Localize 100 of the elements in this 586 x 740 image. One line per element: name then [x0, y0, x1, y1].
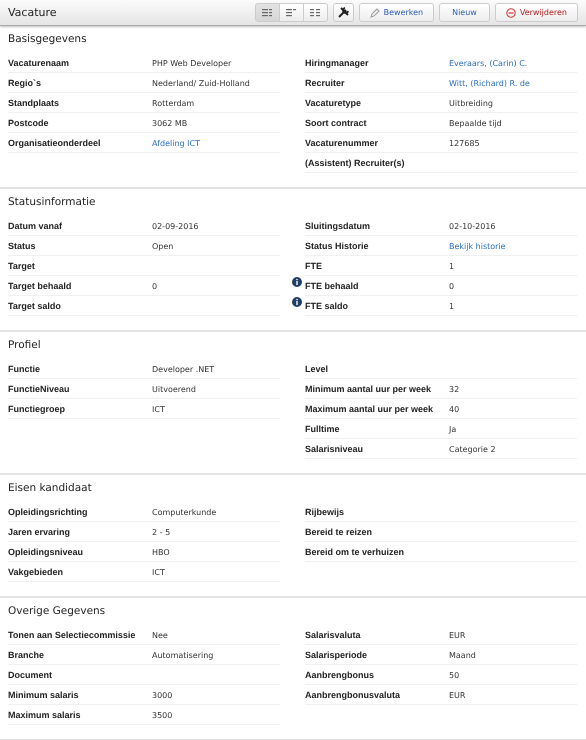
- field-label: Standplaats: [8, 98, 60, 108]
- new-button[interactable]: Nieuw: [439, 3, 490, 22]
- field-label: Functie: [8, 364, 40, 374]
- field-label: Target saldo: [8, 301, 61, 311]
- field-label: Functiegroep: [8, 404, 66, 414]
- section-title: Eisen kandidaat: [8, 481, 93, 495]
- field-value: Nederland/ Zuid-Holland: [152, 78, 250, 88]
- field-link[interactable]: Everaars, (Carin) C.: [449, 58, 528, 68]
- field-label: Opleidingsrichting: [8, 507, 88, 517]
- field-label: Vakgebieden: [8, 567, 64, 577]
- field-label: Bereid te reizen: [305, 527, 372, 537]
- field-value: PHP Web Developer: [152, 58, 232, 68]
- field-label: Opleidingsniveau: [8, 547, 84, 557]
- field-label: FunctieNiveau: [8, 384, 70, 394]
- field-value: Bepaalde tijd: [449, 118, 502, 128]
- field-label: Sluitingsdatum: [305, 221, 370, 231]
- field-value: Computerkunde: [152, 508, 216, 516]
- field-label: Target behaald: [8, 281, 72, 291]
- field-label: Salarisperiode: [305, 650, 368, 660]
- field-label: (Assistent) Recruiter(s): [305, 158, 405, 168]
- field-value: Developer .NET: [152, 364, 214, 374]
- section-title: Profiel: [8, 338, 42, 352]
- field-label: Postcode: [8, 118, 49, 128]
- field-value: EUR: [449, 630, 466, 640]
- field-label: Maximum aantal uur per week: [305, 404, 434, 414]
- field-label: Tonen aan Selectiecommissie: [8, 630, 136, 640]
- field-label: Regio`s: [8, 78, 42, 88]
- field-label: FTE: [305, 261, 322, 271]
- list-layout-icon: [286, 8, 297, 16]
- info-icon[interactable]: [292, 277, 302, 287]
- field-value: 3500: [152, 710, 172, 720]
- view-mode-button[interactable]: [254, 3, 280, 22]
- field-value: 1: [449, 302, 454, 310]
- field-value: 0: [152, 282, 158, 290]
- field-label: Minimum aantal uur per week: [305, 384, 432, 394]
- field-value: Open: [152, 242, 174, 250]
- field-value: Automatisering: [152, 650, 214, 660]
- field-label: Salarisvaluta: [305, 630, 361, 640]
- field-label: Jaren ervaring: [8, 527, 70, 537]
- pencil-icon: [370, 8, 380, 18]
- field-value: Categorie 2: [449, 444, 496, 454]
- field-label: Datum vanaf: [8, 221, 62, 231]
- field-label: Recruiter: [305, 78, 345, 88]
- field-value: Uitvoerend: [152, 384, 196, 394]
- view-mode-button[interactable]: [278, 3, 304, 22]
- field-label: Level: [305, 364, 328, 374]
- field-label: Bereid om te verhuizen: [305, 547, 404, 557]
- field-label: Branche: [8, 650, 44, 660]
- field-value: 2 - 5: [152, 528, 170, 536]
- field-label: Organisatieonderdeel: [8, 138, 101, 148]
- field-link[interactable]: Afdeling ICT: [152, 138, 200, 148]
- list-layout-icon: [310, 8, 321, 16]
- section-title: Statusinformatie: [8, 195, 96, 209]
- field-value: 40: [449, 404, 460, 414]
- field-link[interactable]: Bekijk historie: [449, 242, 506, 250]
- field-value: HBO: [152, 548, 170, 556]
- field-label: FTE saldo: [305, 301, 348, 311]
- edit-button[interactable]: Bewerken: [358, 3, 434, 22]
- list-layout-icon: [262, 8, 273, 16]
- field-value: 0: [449, 282, 454, 290]
- field-label: Fulltime: [305, 424, 340, 434]
- page-title: Vacature: [8, 6, 58, 19]
- field-label: Document: [8, 670, 52, 680]
- field-value: ICT: [152, 568, 165, 576]
- field-label: FTE behaald: [305, 281, 359, 291]
- field-value: 1: [449, 262, 454, 270]
- field-value: EUR: [449, 690, 466, 700]
- field-value: Maand: [449, 650, 476, 660]
- field-label: Aanbrengbonus: [305, 670, 374, 680]
- minus-circle-icon: [506, 8, 516, 18]
- field-label: Target: [8, 261, 35, 271]
- section-title: Basisgegevens: [8, 32, 88, 46]
- field-value: 127685: [449, 138, 480, 148]
- field-label: Maximum salaris: [8, 710, 81, 720]
- section-title: Overige Gegevens: [8, 604, 106, 618]
- field-label: Aanbrengbonusvaluta: [305, 690, 400, 700]
- field-label: Status Historie: [305, 241, 369, 251]
- field-value: 50: [449, 670, 460, 680]
- field-value: 02-10-2016: [449, 222, 496, 230]
- field-value: Rotterdam: [152, 98, 194, 108]
- tools-icon: [336, 6, 350, 19]
- field-value: 32: [449, 384, 460, 394]
- field-value: 02-09-2016: [152, 222, 198, 230]
- tools-button[interactable]: [332, 3, 354, 22]
- field-value: 3062 MB: [152, 118, 188, 128]
- field-label: Salarisniveau: [305, 444, 364, 454]
- info-icon[interactable]: [292, 297, 302, 307]
- field-label: Vacaturenummer: [305, 138, 378, 148]
- field-label: Status: [8, 241, 36, 251]
- delete-button[interactable]: Verwijderen: [494, 3, 578, 22]
- field-value: ICT: [152, 404, 165, 414]
- field-label: Rijbewijs: [305, 507, 344, 517]
- field-link[interactable]: Witt, (Richard) R. de: [449, 78, 530, 88]
- view-mode-button[interactable]: [302, 3, 328, 22]
- field-label: Vacaturetype: [305, 98, 362, 108]
- field-label: Soort contract: [305, 118, 367, 128]
- field-label: Hiringmanager: [305, 58, 369, 68]
- field-value: Nee: [152, 630, 168, 640]
- field-label: Vacaturenaam: [8, 58, 70, 68]
- field-value: Uitbreiding: [449, 98, 493, 108]
